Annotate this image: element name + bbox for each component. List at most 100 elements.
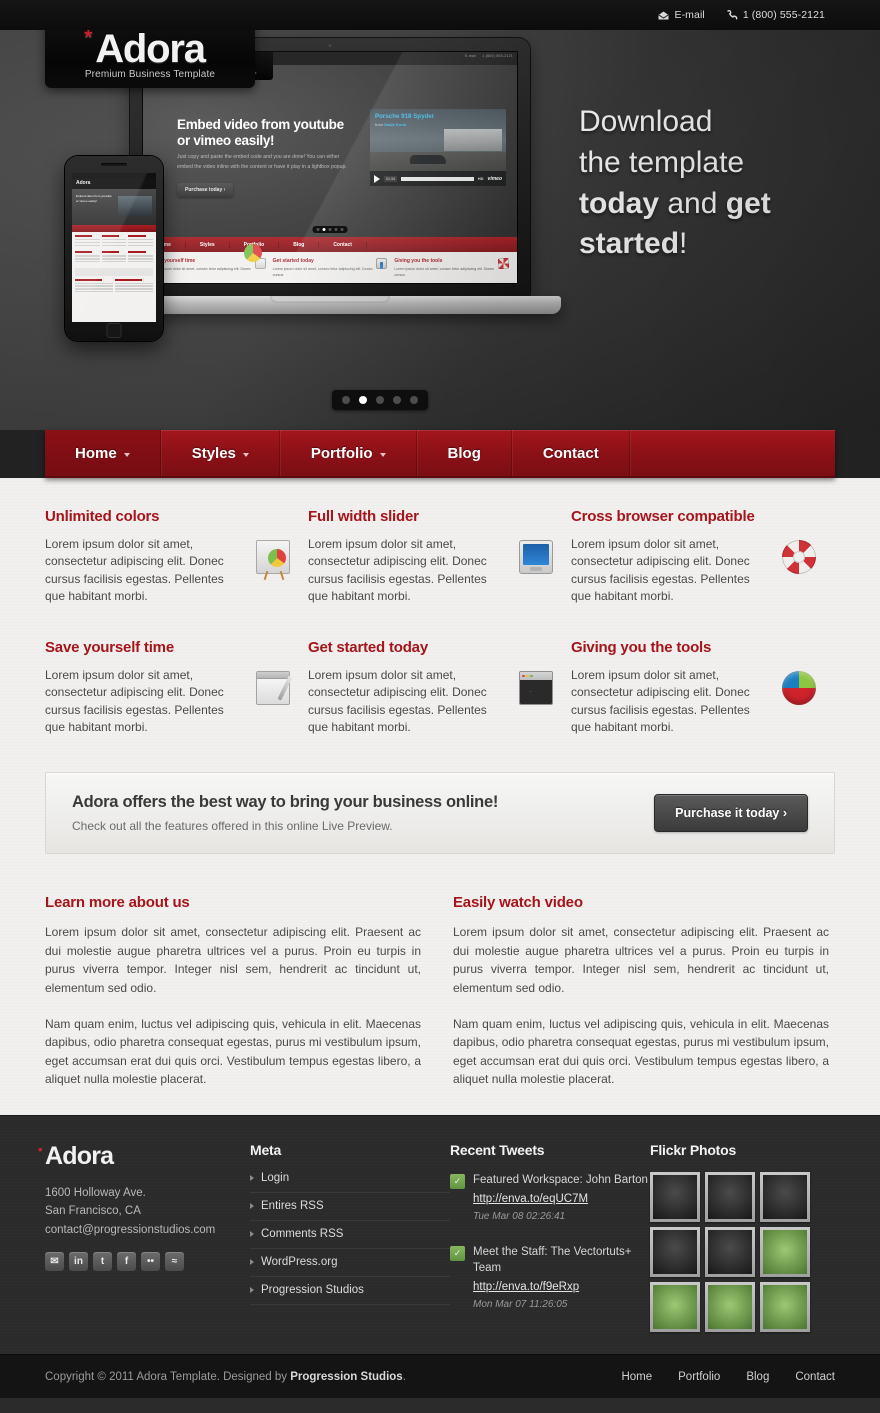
meta-item-entries-rss[interactable]: Entires RSS: [250, 1193, 450, 1221]
feature-title: Full width slider: [308, 508, 419, 525]
slider-dot-3[interactable]: [376, 396, 384, 404]
flickr-photo[interactable]: [705, 1171, 755, 1222]
flickr-photo[interactable]: [760, 1226, 810, 1277]
flickr-photo[interactable]: [650, 1281, 700, 1332]
bottom-nav-contact[interactable]: Contact: [795, 1371, 835, 1383]
phone-headline: Embed video from youtube or vimeo easily…: [76, 194, 112, 203]
footer-flickr-column: Flickr Photos: [650, 1142, 835, 1332]
cta-banner: Adora offers the best way to bring your …: [45, 772, 835, 855]
column-paragraph: Nam quam enim, luctus vel adipiscing qui…: [45, 1016, 421, 1087]
hero-headline-bold1: today: [579, 186, 660, 220]
bottom-nav-portfolio[interactable]: Portfolio: [678, 1371, 720, 1383]
slider-dot-5[interactable]: [410, 396, 418, 404]
topbar-email-label: E-mail: [674, 9, 705, 21]
linkedin-icon[interactable]: in: [69, 1252, 88, 1272]
footer-logo[interactable]: • Adora: [38, 1142, 250, 1171]
nav-item-home[interactable]: Home: [45, 430, 161, 476]
phone-nav: [72, 225, 156, 232]
bottom-nav-blog[interactable]: Blog: [746, 1371, 769, 1383]
tweet-date: Tue Mar 08 02:26:41: [473, 1210, 566, 1222]
site-footer: • Adora 1600 Holloway Ave. San Francisco…: [0, 1114, 880, 1354]
nav-label: Blog: [447, 444, 481, 462]
feature-title: Get started today: [308, 639, 428, 657]
nav-item-portfolio[interactable]: Portfolio: [279, 430, 417, 476]
footer-tweets-heading: Recent Tweets: [450, 1141, 545, 1158]
tweet-text: Meet the Staff: The Vectortuts+ Team: [473, 1245, 632, 1275]
flickr-photo[interactable]: [650, 1226, 700, 1277]
topbar-email-link[interactable]: E-mail: [658, 9, 705, 21]
topbar-phone[interactable]: 1 (800) 555-2121: [727, 9, 825, 21]
tweet-link[interactable]: http://enva.to/f9eRxp: [473, 1281, 579, 1293]
chevron-right-icon: [250, 1230, 254, 1237]
life-ring-icon: [498, 258, 510, 269]
meta-item-wordpress[interactable]: WordPress.org: [250, 1249, 450, 1277]
purchase-button[interactable]: Purchase it today ›: [654, 794, 808, 833]
presentation-chart-icon: [243, 244, 266, 269]
hero-slider-pagination[interactable]: [332, 390, 428, 410]
flickr-photo[interactable]: [705, 1226, 755, 1277]
meta-item-login[interactable]: Login: [250, 1172, 450, 1193]
slider-dot-1[interactable]: [342, 396, 350, 404]
mock-email-label: E-mail: [464, 54, 477, 58]
mock-slide-headline: Embed video from youtube or vimeo easily…: [177, 117, 344, 149]
cta-heading: Adora offers the best way to bring your …: [72, 793, 499, 812]
mock-feature-text: Lorem ipsum dolor sit amet, consec tetur…: [394, 267, 495, 277]
footer-about-column: • Adora 1600 Holloway Ave. San Francisco…: [38, 1142, 250, 1332]
meta-item-comments-rss[interactable]: Comments RSS: [250, 1221, 450, 1249]
hero-headline-mid: and: [667, 186, 718, 220]
tweet-item: ✓ Featured Workspace: John Barton http:/…: [450, 1172, 650, 1222]
nav-item-blog[interactable]: Blog: [416, 430, 512, 476]
site-logo[interactable]: * Adora Premium Business Template: [45, 30, 255, 88]
nav-item-contact[interactable]: Contact: [511, 430, 630, 476]
bottom-bar: Copyright © 2011 Adora Template. Designe…: [0, 1353, 880, 1398]
footer-email[interactable]: contact@progressionstudios.com: [45, 1221, 250, 1239]
flickr-photo[interactable]: [650, 1171, 700, 1222]
tweet-link[interactable]: http://enva.to/eqUC7M: [473, 1193, 588, 1205]
mock-nav-item: Blog: [279, 241, 320, 248]
laptop-camera-icon: [328, 44, 332, 47]
mock-features: Save yourself time Lorem ipsum dolor sit…: [143, 244, 517, 283]
mock-play-icon: [374, 174, 380, 183]
hero-headline-end: !: [679, 227, 688, 261]
notepad-pencil-icon: [256, 671, 293, 706]
copyright-brand[interactable]: Progression Studios: [290, 1371, 402, 1383]
feature-text: Lorem ipsum dolor sit amet, consectetur …: [308, 668, 487, 734]
flickr-photo[interactable]: [760, 1171, 810, 1222]
nav-label: Home: [75, 444, 117, 462]
meta-item-progression-studios[interactable]: Progression Studios: [250, 1277, 450, 1305]
nav-item-styles[interactable]: Styles: [160, 430, 280, 476]
feature-title: Unlimited colors: [45, 508, 160, 525]
chevron-down-icon: [242, 452, 249, 457]
phone-icon: [727, 10, 738, 20]
flickr-photo[interactable]: [705, 1281, 755, 1332]
meta-label: WordPress.org: [261, 1255, 338, 1268]
feature-cross-browser: Cross browser compatible Lorem ipsum dol…: [571, 508, 834, 605]
chevron-right-icon: [250, 1174, 254, 1181]
footer-address-line1: 1600 Holloway Ave.: [45, 1186, 146, 1199]
footer-address-line2: San Francisco, CA: [45, 1205, 141, 1218]
meta-label: Entires RSS: [261, 1199, 324, 1212]
nav-filler: [629, 430, 835, 476]
phone-logo: Adora: [72, 178, 156, 189]
rss-icon[interactable]: ≈: [165, 1252, 184, 1272]
hero-headline: Download the template today and get star…: [579, 102, 831, 265]
hero-headline-line1: Download: [579, 105, 713, 138]
mock-feature-text: Lorem ipsum dolor sit amet, consec tetur…: [151, 267, 251, 277]
email-icon[interactable]: ✉: [45, 1252, 64, 1272]
flickr-photo[interactable]: [760, 1281, 810, 1332]
mock-video-from-label: from: [375, 122, 383, 127]
facebook-icon[interactable]: f: [117, 1252, 136, 1272]
phone-mockup: Adora Embed video from youtube or vimeo …: [65, 156, 163, 341]
cta-subtext: Check out all the features offered in th…: [72, 819, 393, 834]
footer-tweets-column: Recent Tweets ✓ Featured Workspace: John…: [450, 1142, 650, 1332]
mock-feature-text: Lorem ipsum dolor sit amet, consec tetur…: [272, 267, 373, 277]
flickr-photo-grid: [650, 1171, 835, 1332]
feature-text: Lorem ipsum dolor sit amet, consectetur …: [45, 537, 224, 603]
slider-dot-4[interactable]: [393, 396, 401, 404]
flickr-icon[interactable]: ••: [141, 1252, 160, 1272]
chevron-down-icon: [123, 452, 130, 457]
bottom-nav-home[interactable]: Home: [621, 1371, 652, 1383]
twitter-icon[interactable]: t: [93, 1252, 112, 1272]
slider-dot-2[interactable]: [359, 396, 367, 404]
logo-star-icon: *: [84, 30, 92, 49]
